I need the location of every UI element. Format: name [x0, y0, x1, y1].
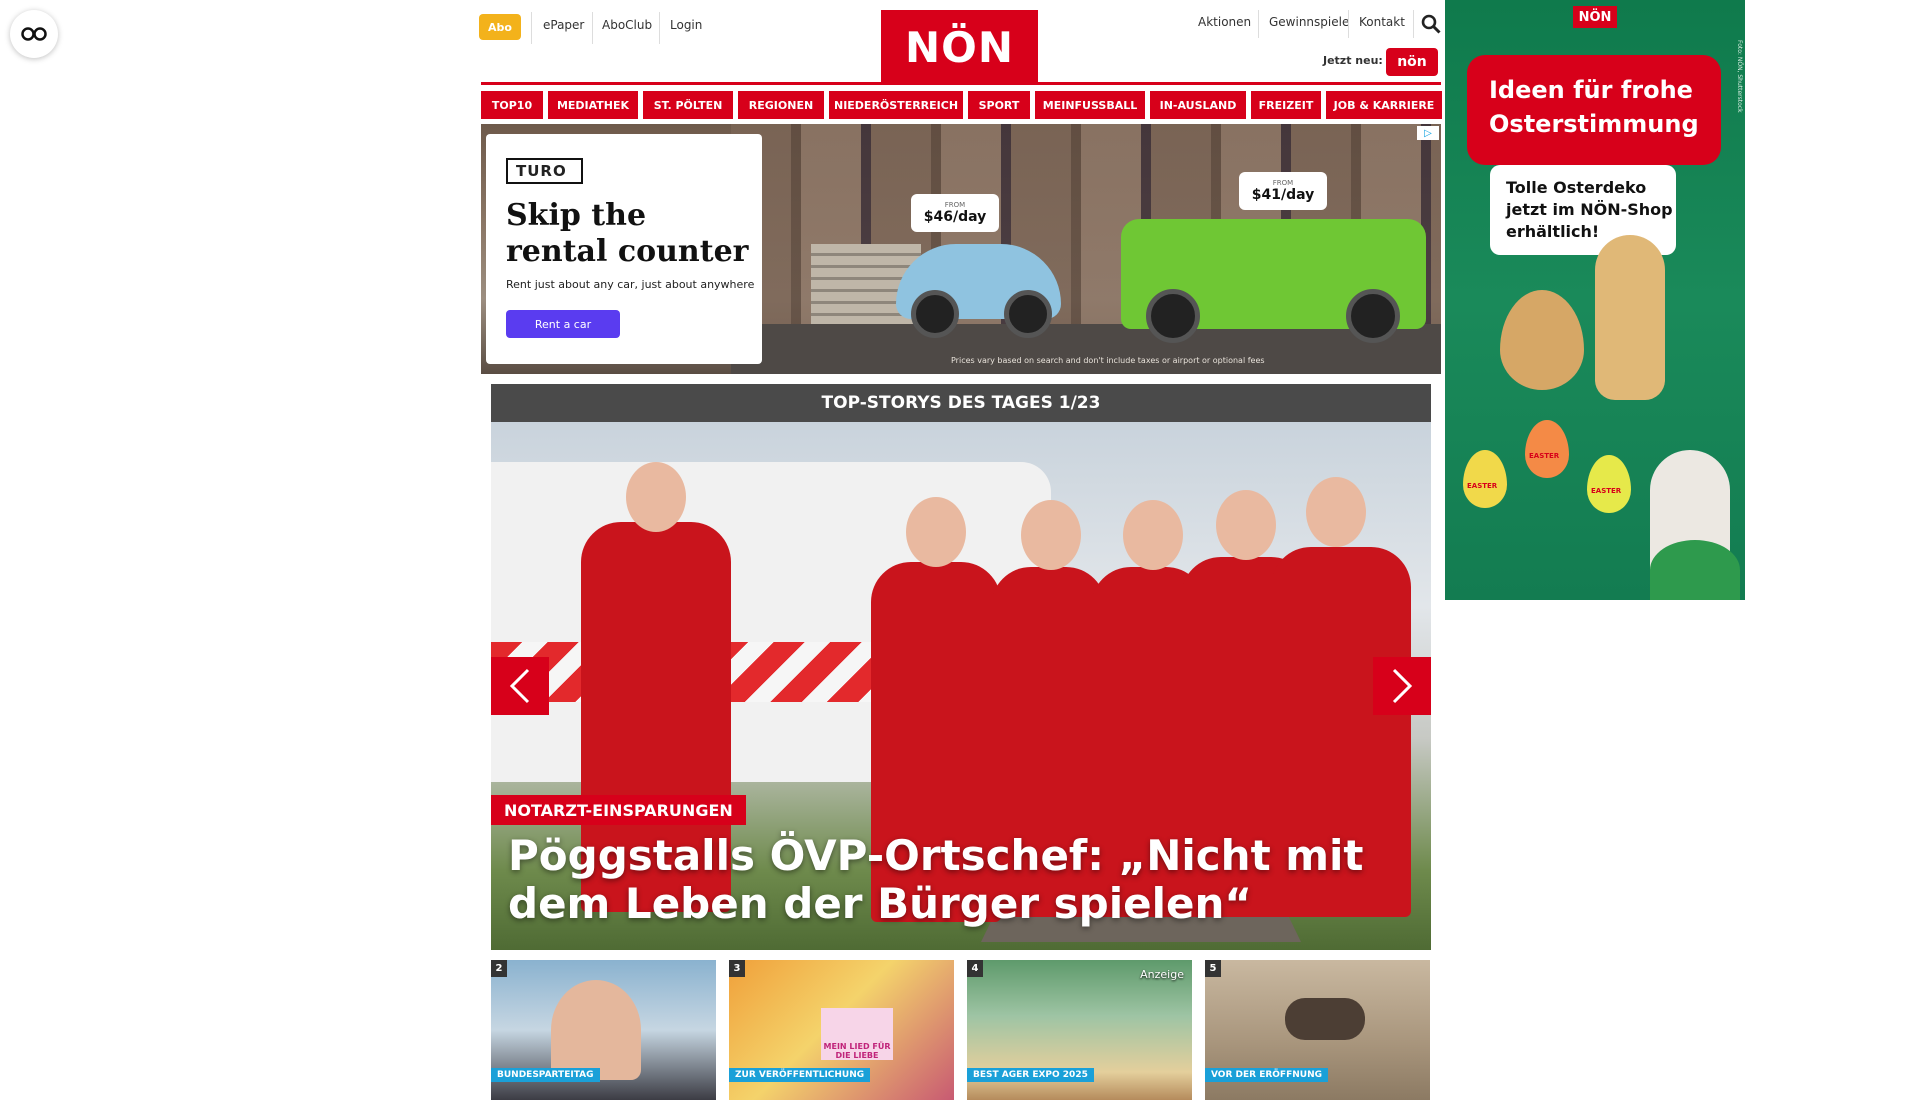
search-icon[interactable]	[1421, 14, 1441, 34]
story-thumb-2[interactable]: 2 BUNDESPARTEITAG	[491, 960, 716, 1100]
ad-subline: Rent just about any car, just about anyw…	[506, 278, 755, 291]
header-divider	[592, 12, 593, 44]
story-headline[interactable]: Pöggstalls ÖVP-Ortschef: „Nicht mit dem …	[508, 832, 1408, 928]
aktionen-link[interactable]: Aktionen	[1198, 15, 1251, 29]
ad-headline: Skip the rental counter	[506, 198, 749, 269]
rent-a-car-button[interactable]: Rent a car	[506, 310, 620, 338]
noen-mini-logo[interactable]: nön	[1386, 48, 1438, 76]
header-divider	[1258, 10, 1259, 38]
thumb-number: 3	[729, 960, 745, 977]
nav-top10[interactable]: TOP10	[481, 91, 543, 119]
nav-in-ausland[interactable]: IN-AUSLAND	[1150, 91, 1246, 119]
turo-ad-banner[interactable]: FROM $46/day FROM $41/day Prices vary base…	[481, 124, 1441, 374]
wooden-bunny-decoration	[1595, 235, 1665, 400]
nav-niederoesterreich[interactable]: NIEDERÖSTERREICH	[829, 91, 963, 119]
reader-mode-icon	[21, 27, 47, 41]
ad-label: Anzeige	[1140, 968, 1184, 981]
carousel-prev-button[interactable]	[491, 657, 549, 715]
ad-card: TURO Skip the rental counter Rent just a…	[486, 134, 762, 364]
side-ad-credit: Foto: NÖN, Shutterstock	[1736, 40, 1743, 113]
header-divider	[1348, 10, 1349, 38]
side-ad-logo: NÖN	[1573, 6, 1617, 28]
wooden-egg-decoration	[1500, 290, 1584, 390]
noen-shop-ad[interactable]: NÖN Foto: NÖN, Shutterstock Ideen für fr…	[1445, 0, 1745, 600]
header-divider	[531, 12, 532, 44]
story-thumb-3[interactable]: MEIN LIED FÜR DIE LIEBE 3 ZUR VERÖFFENTL…	[729, 960, 954, 1100]
blue-car-image	[896, 244, 1061, 338]
price-tag-2: FROM $41/day	[1239, 172, 1327, 210]
carousel-next-button[interactable]	[1373, 657, 1431, 715]
nav-mediathek[interactable]: MEDIATHEK	[548, 91, 638, 119]
nav-sport[interactable]: SPORT	[968, 91, 1030, 119]
epaper-link[interactable]: ePaper	[543, 18, 584, 32]
nav-st-poelten[interactable]: ST. PÖLTEN	[643, 91, 733, 119]
price-tag-1: FROM $46/day	[911, 194, 999, 232]
green-egg-image	[1650, 540, 1740, 600]
story-thumb-5[interactable]: 5 VOR DER ERÖFFNUNG	[1205, 960, 1430, 1100]
login-link[interactable]: Login	[670, 18, 702, 32]
nav-meinfussball[interactable]: MEINFUSSBALL	[1035, 91, 1145, 119]
thumb-number: 2	[491, 960, 507, 977]
gewinnspiele-link[interactable]: Gewinnspiele	[1269, 15, 1349, 29]
header-rule	[481, 82, 1441, 85]
top-stories-bar: TOP-STORYS DES TAGES 1/23	[491, 384, 1431, 422]
nav-freizeit[interactable]: FREIZEIT	[1251, 91, 1321, 119]
main-nav: TOP10 MEDIATHEK ST. PÖLTEN REGIONEN NIED…	[481, 91, 1442, 119]
thumb-number: 5	[1205, 960, 1221, 977]
chevron-left-icon	[509, 668, 530, 704]
abo-button[interactable]: Abo	[479, 14, 521, 40]
story-thumb-4[interactable]: 4 Anzeige BEST AGER EXPO 2025	[967, 960, 1192, 1100]
adchoices-icon[interactable]: ▷	[1417, 126, 1439, 140]
ad-street	[731, 324, 1441, 374]
ad-fine-print: Prices vary based on search and don't in…	[951, 356, 1265, 365]
chevron-right-icon	[1392, 668, 1413, 704]
nav-regionen[interactable]: REGIONEN	[738, 91, 824, 119]
thumb-sign: MEIN LIED FÜR DIE LIEBE	[821, 1008, 893, 1060]
jetzt-neu-label: Jetzt neu:	[1323, 54, 1383, 67]
header-divider	[659, 12, 660, 44]
aboclub-link[interactable]: AboClub	[602, 18, 652, 32]
green-jeep-image	[1121, 219, 1426, 343]
nav-job-karriere[interactable]: JOB & KARRIERE	[1326, 91, 1442, 119]
thumb-number: 4	[967, 960, 983, 977]
kontakt-link[interactable]: Kontakt	[1359, 15, 1405, 29]
turo-logo: TURO	[506, 158, 583, 184]
story-kicker[interactable]: NOTARZT-EINSPARUNGEN	[491, 795, 746, 825]
reader-mode-button[interactable]	[10, 10, 58, 58]
header-divider	[1413, 10, 1414, 38]
noen-logo[interactable]: NÖN	[881, 10, 1038, 84]
side-ad-title: Ideen für frohe Osterstimmung	[1467, 55, 1721, 165]
